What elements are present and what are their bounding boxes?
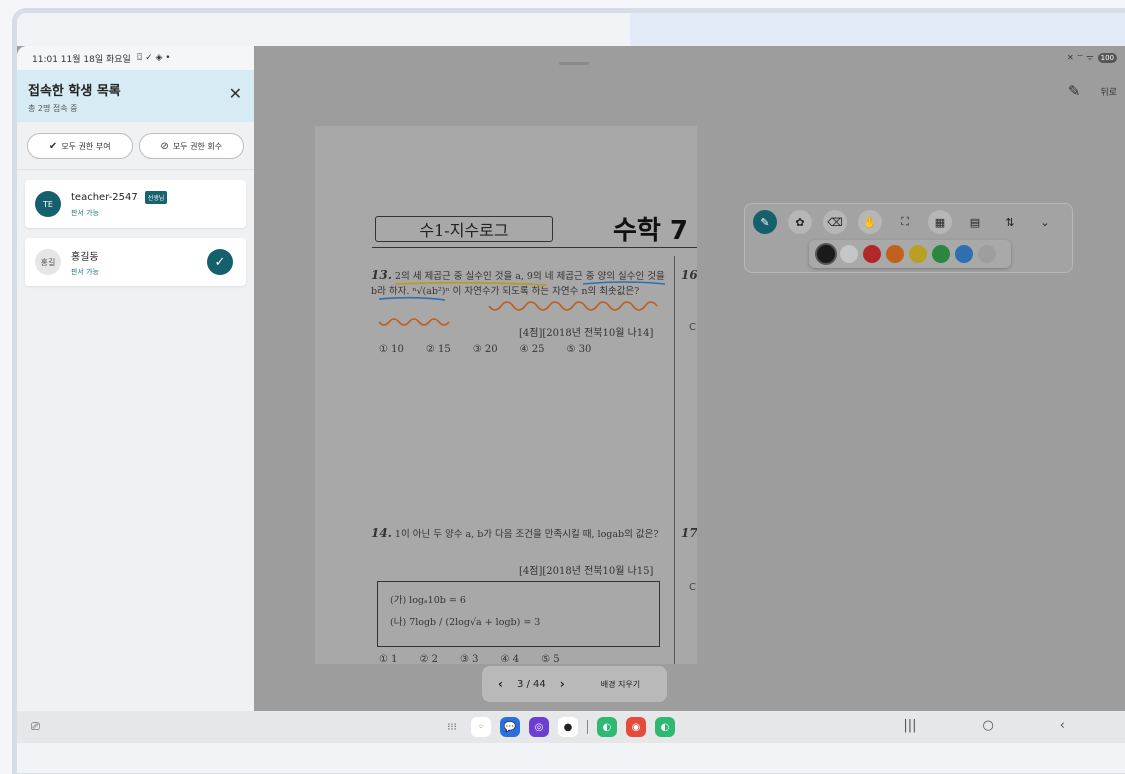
user-permission: 판서 가능 [71, 208, 99, 217]
camera-app-icon[interactable]: ● [558, 717, 578, 737]
color-palette [809, 240, 1011, 268]
color-swatch[interactable] [840, 245, 858, 263]
color-swatch[interactable] [978, 245, 996, 263]
status-bar-left: 11:01 11월 18일 화요일 ⌼ ✓ ◈ • [17, 46, 254, 70]
answer-choices: ① 1 ② 2 ③ 3 ④ 4 ⑤ 5 [379, 654, 560, 664]
battery-icon: 100 [1097, 52, 1117, 63]
color-swatch[interactable] [817, 245, 835, 263]
question-17-number: 17 [681, 526, 697, 540]
top-actions: ✎ 뒤로 [1068, 82, 1117, 100]
next-page-button[interactable]: › [560, 677, 565, 691]
prev-page-button[interactable]: ‹ [498, 677, 503, 691]
choice: ① 1 [379, 654, 398, 664]
chevron-down-icon[interactable]: ⌄ [1033, 210, 1057, 234]
status-icons-right: ✕ ⌔ ᯤ [1067, 53, 1094, 62]
panel-title: 접속한 학생 목록 [28, 84, 121, 99]
block-icon: ⊘ [160, 140, 169, 152]
revoke-all-label: 모두 권한 회수 [172, 141, 223, 151]
user-card-teacher[interactable]: TE teacher-2547 선생님 판서 가능 [25, 180, 246, 228]
ink-annotations [378, 281, 666, 326]
question-16-number: 16 [681, 268, 697, 282]
frame-tint [630, 13, 1125, 47]
app-icon[interactable]: ◦ [471, 717, 491, 737]
drag-handle[interactable] [559, 62, 589, 65]
close-icon[interactable]: ✕ [229, 84, 242, 103]
permission-buttons: ✔ 모두 권한 부여 ⊘ 모두 권한 회수 [17, 122, 254, 170]
back-icon[interactable]: ‹ [1060, 718, 1065, 733]
color-swatch[interactable] [955, 245, 973, 263]
question-14: 14. 1이 아닌 두 양수 a, b가 다음 조건을 만족시킬 때, loga… [371, 526, 669, 542]
sort-icon[interactable]: ⇅ [998, 210, 1022, 234]
dock-separator [587, 720, 588, 734]
condition-box: (가) logₐ10b = 6 (나) 7logb / (2log√a + lo… [377, 581, 660, 647]
palette-icon[interactable]: ✿ [788, 210, 812, 234]
student-list-panel: 11:01 11월 18일 화요일 ⌼ ✓ ◈ • 접속한 학생 목록 총 2명… [17, 46, 254, 743]
app-icon[interactable]: ◎ [529, 717, 549, 737]
home-icon[interactable]: ○ [982, 718, 993, 733]
grant-all-label: 모두 권한 부여 [61, 141, 111, 151]
qr-icon[interactable]: ▦ [928, 210, 952, 234]
status-time: 11:01 11월 18일 화요일 [32, 54, 131, 65]
question-16-choice-mark: C [689, 322, 696, 333]
pdf-icon[interactable]: ▤ [963, 210, 987, 234]
revoke-all-button[interactable]: ⊘ 모두 권한 회수 [138, 133, 244, 159]
color-swatch[interactable] [909, 245, 927, 263]
question-text: 1이 아닌 두 양수 a, b가 다음 조건을 만족시킬 때, logab의 값… [394, 529, 659, 540]
panel-header: 접속한 학생 목록 총 2명 접속 중 ✕ [17, 70, 254, 122]
avatar: 홍길 [35, 249, 61, 275]
tool-row: ✎ ✿ ⌫ ✋ ⛶ ▦ ▤ ⇅ ⌄ [753, 210, 1057, 234]
question-17-choice-mark: C [689, 582, 696, 593]
app-grid-icon[interactable]: ⁝⁝⁝ [442, 717, 462, 737]
pen-icon[interactable]: ✎ [753, 210, 777, 234]
user-name: teacher-2547 [71, 191, 138, 203]
color-swatch[interactable] [863, 245, 881, 263]
chrome-app-icon[interactable]: ◉ [626, 717, 646, 737]
avatar: TE [35, 191, 61, 217]
app-icon[interactable]: ◐ [655, 717, 675, 737]
pen-icon[interactable]: ✎ [1068, 82, 1081, 100]
back-button[interactable]: 뒤로 [1100, 85, 1117, 98]
eraser-icon[interactable]: ⌫ [823, 210, 847, 234]
hand-icon[interactable]: ✋ [858, 210, 882, 234]
panel-subtitle: 총 2명 접속 중 [28, 104, 78, 113]
condition-a: (가) logₐ10b = 6 [390, 595, 466, 606]
page-navigator: ‹ 3 / 44 › 배경 지우기 [482, 666, 667, 702]
choice: ⑤ 5 [541, 654, 560, 664]
color-swatch[interactable] [886, 245, 904, 263]
teacher-badge: 선생님 [144, 190, 168, 204]
question-source: [4점][2018년 전북10월 나15] [519, 566, 654, 577]
drawing-toolbar: ✎ ✿ ⌫ ✋ ⛶ ▦ ▤ ⇅ ⌄ [744, 203, 1073, 273]
worksheet-page[interactable]: 수1-지수로그 수학 7 13. 2의 세 제곱근 중 실수인 것을 a, 9의… [315, 126, 697, 664]
system-nav: ||| ○ ‹ [903, 718, 1125, 733]
page-indicator: 3 / 44 [516, 678, 546, 690]
grant-all-button[interactable]: ✔ 모두 권한 부여 [27, 133, 133, 159]
panel-footer: ⎚ [17, 711, 254, 743]
permission-check-icon[interactable]: ✓ [207, 249, 233, 275]
clear-background-button[interactable]: 배경 지우기 [601, 679, 640, 690]
choice: ② 2 [419, 654, 439, 664]
user-name: 홍길동 [71, 251, 99, 263]
status-bar-right: ✕ ⌔ ᯤ 100 [1067, 52, 1117, 63]
condition-b: (나) 7logb / (2log√a + logb) = 3 [390, 617, 541, 628]
navigation-bar: ⁝⁝⁝ ◦ 💬 ◎ ● ◐ ◉ ◐ ||| ○ ‹ [254, 711, 1125, 743]
question-number: 14. [371, 526, 392, 540]
recents-icon[interactable]: ||| [903, 718, 916, 733]
check-circle-icon: ✔ [48, 140, 58, 152]
app-dock: ⁝⁝⁝ ◦ 💬 ◎ ● ◐ ◉ ◐ [442, 717, 675, 737]
user-permission: 판서 가능 [71, 267, 99, 276]
choice: ④ 4 [500, 654, 520, 664]
status-icons: ⌼ ✓ ◈ • [136, 53, 171, 63]
color-swatch[interactable] [932, 245, 950, 263]
app-icon[interactable]: ◐ [597, 717, 617, 737]
fullscreen-icon[interactable]: ⛶ [893, 210, 917, 234]
choice: ③ 3 [460, 654, 479, 664]
messages-app-icon[interactable]: 💬 [500, 717, 520, 737]
screen-share-icon[interactable]: ⎚ [31, 720, 40, 734]
user-card-student[interactable]: 홍길 홍길동 판서 가능 ✓ [25, 238, 246, 286]
tablet-screen: 11:01 11월 18일 화요일 ⌼ ✓ ◈ • 접속한 학생 목록 총 2명… [17, 46, 1125, 743]
